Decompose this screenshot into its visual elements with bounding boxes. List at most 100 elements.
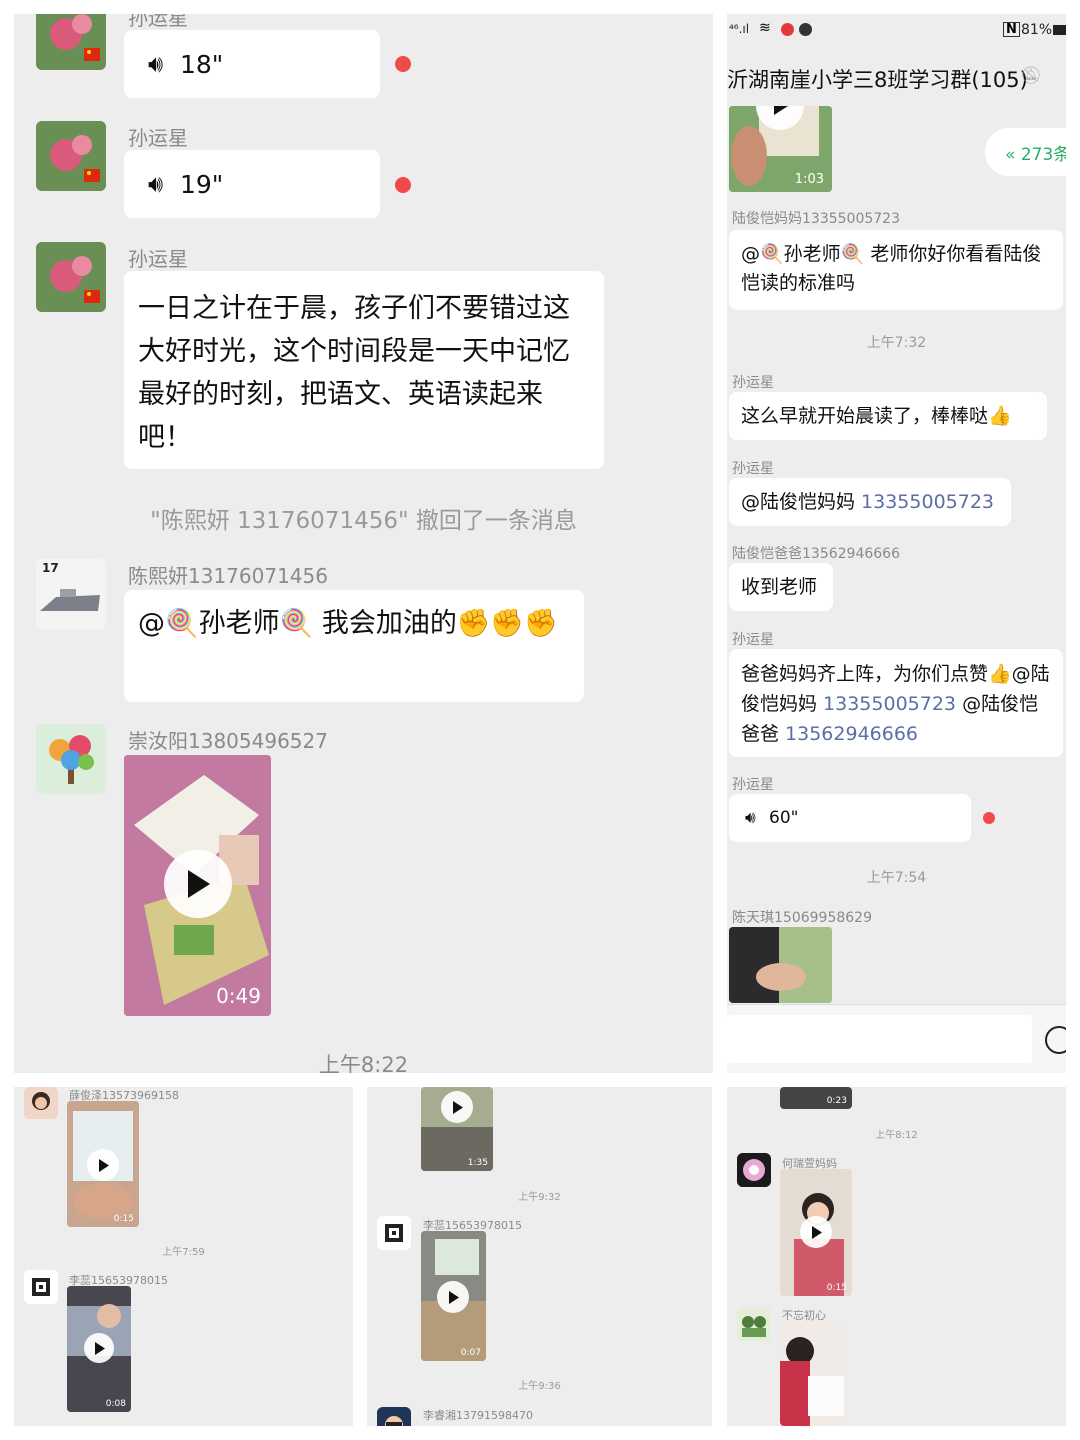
avatar[interactable] (36, 724, 106, 794)
text-message[interactable]: 爸爸妈妈齐上阵，为你们点赞👍@陆俊恺妈妈 13355005723 @陆俊恺爸爸 … (729, 649, 1063, 757)
mute-icon[interactable]: 🔕︎ (1020, 66, 1042, 86)
video-message[interactable]: 0:23 (780, 1087, 852, 1109)
voice-icon: 🔊︎ (148, 170, 164, 198)
avatar[interactable] (36, 242, 106, 312)
sender-name: 李睿湘13791598470 (423, 1409, 533, 1422)
battery-level: 81% (1021, 22, 1053, 38)
signal-icon: ⁴⁶.ıl (729, 22, 750, 36)
video-duration: 1:35 (467, 1158, 488, 1168)
timestamp: 上午8:22 (318, 1053, 409, 1073)
text-message[interactable]: 收到老师 (729, 563, 833, 611)
text-message[interactable]: @陆俊恺妈妈 13355005723 (729, 478, 1011, 526)
voice-duration: 60" (769, 808, 799, 828)
sender-name: 陈天琪15069958629 (732, 910, 872, 926)
play-icon[interactable] (441, 1091, 473, 1123)
chat-panel-bottom-2: 1:35 上午9:32 李蕊15653978015 0:07 上午9:36 李睿… (367, 1087, 712, 1426)
video-message[interactable]: 0:15 (67, 1101, 139, 1227)
avatar[interactable] (24, 1087, 58, 1119)
voice-message[interactable]: 🔊︎ 60" (729, 794, 971, 842)
play-icon[interactable] (437, 1281, 469, 1313)
play-icon[interactable] (84, 1333, 114, 1363)
emoji-icon[interactable] (1045, 1026, 1066, 1054)
message-text: 这么早就开始晨读了，棒棒哒👍 (741, 405, 1012, 427)
sender-name: 陈熙妍13176071456 (128, 564, 328, 588)
chat-panel-bottom-1: 薛俊泽13573969158 0:15 上午7:59 李蕊15653978015… (14, 1087, 353, 1426)
unread-dot (983, 812, 995, 824)
video-message[interactable]: 0:15 (780, 1169, 852, 1296)
avatar[interactable] (377, 1407, 411, 1426)
notification-icon (799, 23, 812, 36)
notification-icon (781, 23, 794, 36)
video-message[interactable]: 0:49 (124, 755, 271, 1016)
play-icon[interactable] (87, 1149, 119, 1181)
sender-name: 孙运星 (128, 247, 188, 271)
avatar[interactable] (24, 1270, 58, 1304)
sender-name: 孙运星 (128, 126, 188, 150)
timestamp: 上午7:54 (866, 870, 927, 886)
timestamp: 上午8:12 (875, 1130, 918, 1141)
nfc-icon: N (1003, 22, 1020, 37)
battery-icon (1053, 25, 1066, 35)
sender-name: 孙运星 (732, 777, 774, 793)
voice-icon: 🔊︎ (745, 808, 756, 828)
video-duration: 1:03 (794, 172, 824, 187)
video-message[interactable]: 1:03 (729, 106, 832, 192)
message-input[interactable] (727, 1015, 1032, 1063)
sender-name: 孙运星 (732, 461, 774, 477)
phone-link[interactable]: 13562946666 (785, 723, 918, 745)
voice-message[interactable]: 🔊︎ 18" (124, 30, 380, 98)
timestamp: 上午9:32 (518, 1192, 561, 1203)
avatar[interactable] (377, 1216, 411, 1250)
phone-link[interactable]: 13355005723 (823, 693, 956, 715)
unread-dot (395, 177, 411, 193)
avatar[interactable] (36, 14, 106, 70)
avatar[interactable]: 17 (36, 559, 106, 629)
message-text: @🍭孙老师🍭 我会加油的✊✊✊ (138, 608, 558, 639)
video-message[interactable]: 0:08 (67, 1286, 131, 1412)
play-icon[interactable] (164, 850, 232, 918)
video-duration: 0:49 (216, 984, 261, 1008)
voice-duration: 19" (180, 170, 224, 199)
voice-message[interactable]: 🔊︎ 19" (124, 150, 380, 218)
text-message[interactable]: @🍭孙老师🍭 老师你好你看看陆俊恺读的标准吗 (729, 230, 1063, 310)
sender-name: 陆俊恺妈妈13355005723 (732, 211, 900, 227)
timestamp: 上午9:36 (518, 1381, 561, 1392)
avatar[interactable] (737, 1307, 771, 1341)
chat-panel-bottom-3: 0:23 上午8:12 何瑞萱妈妈 0:15 不忘初心 (727, 1087, 1066, 1426)
video-duration: 0:08 (105, 1399, 126, 1409)
message-text: 一日之计在于晨，孩子们不要错过这大好时光，这个时间段是一天中记忆最好的时刻，把语… (138, 293, 570, 453)
timestamp: 上午7:32 (866, 335, 927, 351)
sender-name: 孙运星 (732, 632, 774, 648)
mention-text: @陆俊恺妈妈 (741, 491, 862, 513)
sender-name: 崇汝阳13805496527 (128, 729, 328, 753)
sender-name: 陆俊恺爸爸13562946666 (732, 546, 900, 562)
text-message[interactable]: 这么早就开始晨读了，棒棒哒👍 (729, 392, 1047, 440)
video-duration: 0:15 (113, 1214, 134, 1224)
recall-notice: "陈熙妍 13176071456" 撤回了一条消息 (150, 508, 577, 534)
phone-link[interactable]: 13355005723 (861, 491, 994, 513)
avatar[interactable] (36, 121, 106, 191)
chat-panel-main: 孙运星 🔊︎ 18" 孙运星 🔊︎ 19" 孙运星 一日之计在于晨，孩子们不要错… (14, 14, 713, 1073)
avatar-number: 17 (42, 561, 59, 575)
video-message[interactable] (780, 1321, 844, 1426)
play-icon[interactable] (800, 1216, 832, 1248)
video-duration: 0:23 (826, 1096, 847, 1106)
voice-icon: 🔊︎ (148, 50, 164, 78)
input-bar (727, 1004, 1066, 1073)
timestamp: 上午7:59 (162, 1247, 205, 1258)
unread-pill[interactable]: « 273条 (985, 128, 1066, 176)
double-up-arrow-icon: « (1005, 145, 1016, 165)
wifi-icon: ≋ (759, 20, 771, 36)
voice-duration: 18" (180, 50, 224, 79)
video-message[interactable]: 0:07 (421, 1231, 486, 1361)
message-text: 收到老师 (741, 576, 818, 598)
avatar[interactable] (737, 1153, 771, 1187)
status-bar: ⁴⁶.ıl ≋ N 81% (727, 14, 1066, 48)
unread-count: 273条 (1020, 145, 1066, 165)
text-message[interactable]: @🍭孙老师🍭 我会加油的✊✊✊ (124, 590, 584, 702)
video-message[interactable] (729, 927, 832, 1003)
video-message[interactable]: 1:35 (421, 1087, 493, 1171)
chat-title: 沂湖南崖小学三8班学习群(105) (727, 68, 1028, 92)
video-duration: 0:07 (460, 1348, 481, 1358)
text-message[interactable]: 一日之计在于晨，孩子们不要错过这大好时光，这个时间段是一天中记忆最好的时刻，把语… (124, 271, 604, 469)
